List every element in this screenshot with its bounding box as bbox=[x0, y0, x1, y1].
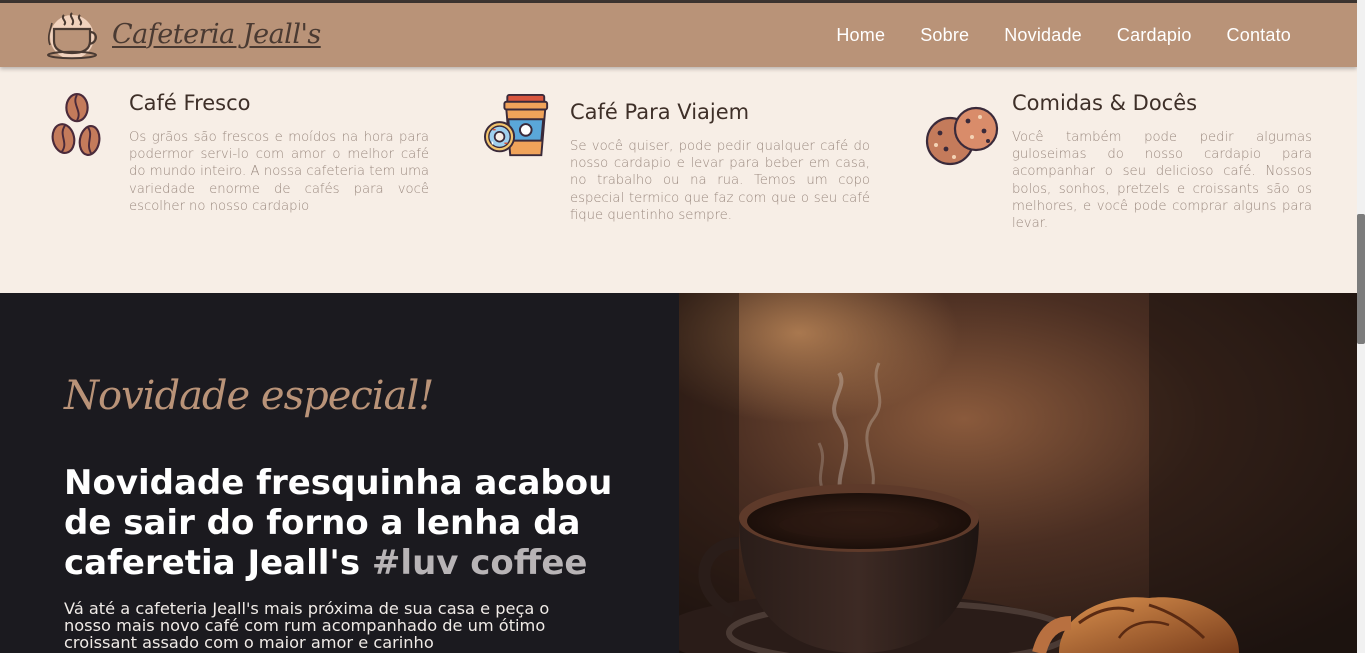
nav-novidade[interactable]: Novidade bbox=[1004, 25, 1082, 46]
feature-text: Os grãos são frescos e moídos na hora pa… bbox=[129, 130, 429, 214]
page-scrollbar[interactable] bbox=[1357, 0, 1365, 653]
feature-text: Você também pode pedir algumas guloseima… bbox=[1012, 130, 1312, 232]
feature-text: Se você quiser, pode pedir qualquer café… bbox=[570, 139, 870, 223]
special-description: Vá até a cafeteria Jeall's mais próxima … bbox=[64, 599, 550, 652]
feature-title: Café Para Viajem bbox=[570, 100, 750, 124]
nav-home[interactable]: Home bbox=[836, 25, 885, 46]
special-news-section: Novidade especial! Novidade fresquinha a… bbox=[0, 293, 679, 653]
nav-sobre[interactable]: Sobre bbox=[920, 25, 969, 46]
feature-title: Comidas & Docês bbox=[1012, 91, 1198, 115]
special-headline: Novidade fresquinha acabou de sair do fo… bbox=[64, 463, 624, 583]
brand-logo[interactable]: Cafeteria Jeall's bbox=[44, 7, 321, 61]
coffee-croissant-photo bbox=[679, 293, 1357, 653]
coffee-photo-illustration bbox=[679, 293, 1357, 653]
coffee-beans-icon bbox=[51, 93, 101, 156]
brand-name: Cafeteria Jeall's bbox=[112, 18, 321, 50]
special-script-title: Novidade especial! bbox=[64, 373, 434, 419]
feature-title: Café Fresco bbox=[129, 91, 251, 115]
takeaway-cup-donut-icon bbox=[484, 93, 549, 157]
nav-contato[interactable]: Contato bbox=[1227, 25, 1291, 46]
features-section: Café Fresco Os grãos são frescos e moído… bbox=[0, 67, 1357, 293]
nav-cardapio[interactable]: Cardapio bbox=[1117, 25, 1192, 46]
scrollbar-thumb[interactable] bbox=[1357, 214, 1365, 344]
special-headline-hashtag: #luv coffee bbox=[371, 543, 588, 583]
cookies-icon bbox=[925, 106, 999, 166]
main-nav: Home Sobre Novidade Cardapio Contato bbox=[801, 3, 1291, 67]
coffee-cup-icon bbox=[47, 12, 97, 60]
navbar: Cafeteria Jeall's Home Sobre Novidade Ca… bbox=[0, 3, 1357, 67]
